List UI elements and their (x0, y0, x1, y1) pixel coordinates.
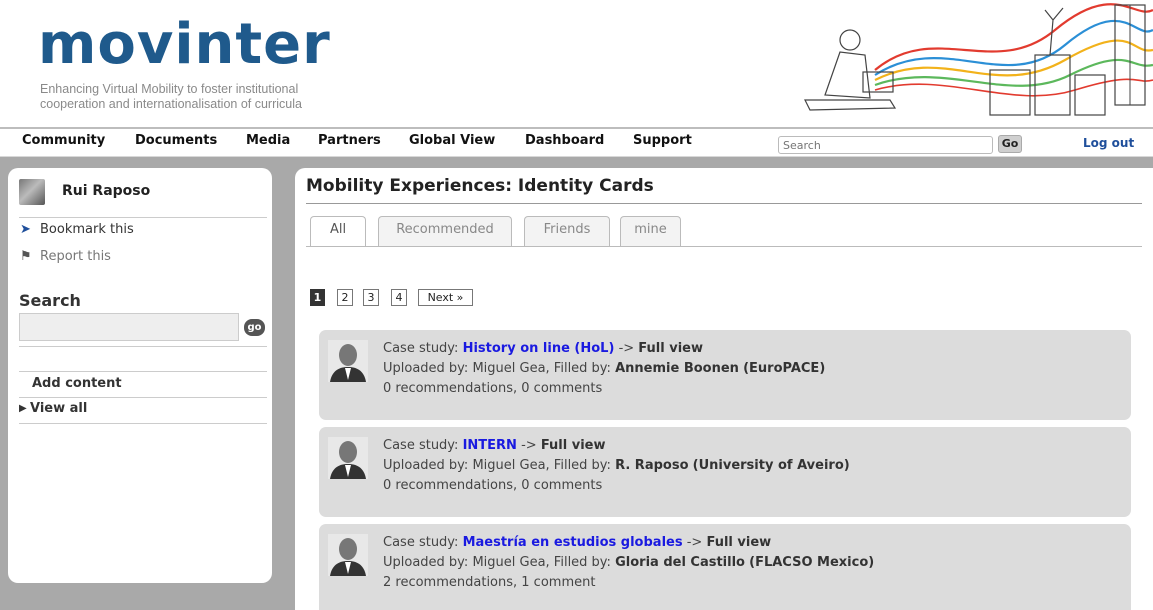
report-link[interactable]: Report this (40, 249, 111, 264)
identity-card: Case study: Maestría en estudios globale… (319, 524, 1131, 610)
divider (306, 203, 1142, 204)
card-uploaded-line: Uploaded by: Miguel Gea, Filled by: Anne… (383, 359, 825, 379)
uploaded-by-text: Uploaded by: Miguel Gea, Filled by: (383, 361, 611, 376)
bookmark-link[interactable]: Bookmark this (40, 222, 134, 237)
nav-support[interactable]: Support (633, 133, 692, 148)
tab-friends[interactable]: Friends (524, 216, 610, 246)
identity-card: Case study: INTERN -> Full view Uploaded… (319, 427, 1131, 517)
filled-by-name[interactable]: Gloria del Castillo (615, 555, 745, 570)
divider (19, 423, 267, 424)
card-text: Case study: History on line (HoL) -> Ful… (383, 339, 825, 399)
site-logo[interactable]: movinter (38, 10, 331, 80)
main-content: Mobility Experiences: Identity Cards All… (295, 168, 1153, 610)
filled-by-name[interactable]: Annemie Boonen (615, 361, 739, 376)
logout-link[interactable]: Log out (1083, 136, 1134, 150)
divider (19, 371, 267, 372)
nav-partners[interactable]: Partners (318, 133, 381, 148)
identity-card: Case study: History on line (HoL) -> Ful… (319, 330, 1131, 420)
nav-community[interactable]: Community (22, 133, 105, 148)
sidebar: Rui Raposo ➤ Bookmark this ⚑ Report this… (8, 168, 272, 583)
card-title-link[interactable]: History on line (HoL) (463, 341, 615, 356)
card-prefix: Case study: (383, 535, 459, 550)
main-nav: Community Documents Media Partners Globa… (0, 127, 1153, 157)
tagline-line-1: Enhancing Virtual Mobility to foster ins… (40, 82, 299, 96)
tab-mine[interactable]: mine (620, 216, 681, 246)
institution-name: (University of Aveiro) (692, 458, 850, 473)
card-arrow: -> (686, 535, 703, 550)
header-illustration (804, 3, 1153, 116)
person-photo-icon (328, 437, 368, 479)
add-content-link[interactable]: Add content (32, 376, 122, 391)
tagline-line-2: cooperation and internationalisation of … (40, 97, 302, 111)
nav-media[interactable]: Media (246, 133, 290, 148)
person-photo-icon (328, 340, 368, 382)
card-title-line: Case study: History on line (HoL) -> Ful… (383, 339, 825, 359)
user-avatar[interactable] (19, 179, 45, 205)
site-tagline: Enhancing Virtual Mobility to foster ins… (40, 82, 400, 112)
card-title-link[interactable]: Maestría en estudios globales (463, 535, 683, 550)
page-title: Mobility Experiences: Identity Cards (306, 176, 654, 196)
nav-dashboard[interactable]: Dashboard (525, 133, 604, 148)
card-uploaded-line: Uploaded by: Miguel Gea, Filled by: R. R… (383, 456, 850, 476)
nav-global-view[interactable]: Global View (409, 133, 495, 148)
card-text: Case study: INTERN -> Full view Uploaded… (383, 436, 850, 496)
divider (19, 397, 267, 398)
institution-name: (FLACSO Mexico) (749, 555, 875, 570)
author-avatar[interactable] (328, 437, 368, 479)
filled-by-name[interactable]: R. Raposo (615, 458, 688, 473)
full-view-link[interactable]: Full view (541, 438, 606, 453)
nav-documents[interactable]: Documents (135, 133, 217, 148)
divider (19, 346, 267, 347)
triangle-right-icon: ▶ (19, 403, 27, 414)
card-title-link[interactable]: INTERN (463, 438, 517, 453)
divider (19, 217, 267, 218)
page-3-button[interactable]: 3 (363, 289, 379, 306)
nav-search-go-button[interactable]: Go (998, 135, 1022, 153)
card-prefix: Case study: (383, 341, 459, 356)
page-2-button[interactable]: 2 (337, 289, 353, 306)
full-view-link[interactable]: Full view (638, 341, 703, 356)
card-text: Case study: Maestría en estudios globale… (383, 533, 874, 593)
uploaded-by-text: Uploaded by: Miguel Gea, Filled by: (383, 555, 611, 570)
site-header: movinter Enhancing Virtual Mobility to f… (0, 0, 1153, 127)
card-stats: 0 recommendations, 0 comments (383, 381, 603, 396)
institution-name: (EuroPACE) (743, 361, 826, 376)
nav-search-input[interactable] (778, 136, 993, 154)
page-1-button[interactable]: 1 (310, 289, 325, 306)
pin-icon: ➤ (20, 222, 31, 237)
sidebar-search-go-button[interactable]: go (244, 319, 265, 336)
sidebar-search-title: Search (19, 291, 81, 310)
full-view-link[interactable]: Full view (706, 535, 771, 550)
card-uploaded-line: Uploaded by: Miguel Gea, Filled by: Glor… (383, 553, 874, 573)
uploaded-by-text: Uploaded by: Miguel Gea, Filled by: (383, 458, 611, 473)
sidebar-search-input[interactable] (19, 313, 239, 341)
person-photo-icon (328, 534, 368, 576)
card-arrow: -> (521, 438, 537, 453)
card-stats: 0 recommendations, 0 comments (383, 478, 603, 493)
view-all-link[interactable]: View all (30, 401, 87, 416)
author-avatar[interactable] (328, 534, 368, 576)
card-prefix: Case study: (383, 438, 459, 453)
card-arrow: -> (618, 341, 635, 356)
page-4-button[interactable]: 4 (391, 289, 407, 306)
tab-all[interactable]: All (310, 216, 366, 247)
card-title-line: Case study: INTERN -> Full view (383, 436, 850, 456)
user-name-link[interactable]: Rui Raposo (62, 183, 150, 199)
tabs-baseline (306, 246, 1142, 247)
card-title-line: Case study: Maestría en estudios globale… (383, 533, 874, 553)
author-avatar[interactable] (328, 340, 368, 382)
tab-recommended[interactable]: Recommended (378, 216, 512, 246)
report-icon: ⚑ (20, 249, 32, 264)
card-stats: 2 recommendations, 1 comment (383, 575, 596, 590)
next-page-button[interactable]: Next » (418, 289, 473, 306)
